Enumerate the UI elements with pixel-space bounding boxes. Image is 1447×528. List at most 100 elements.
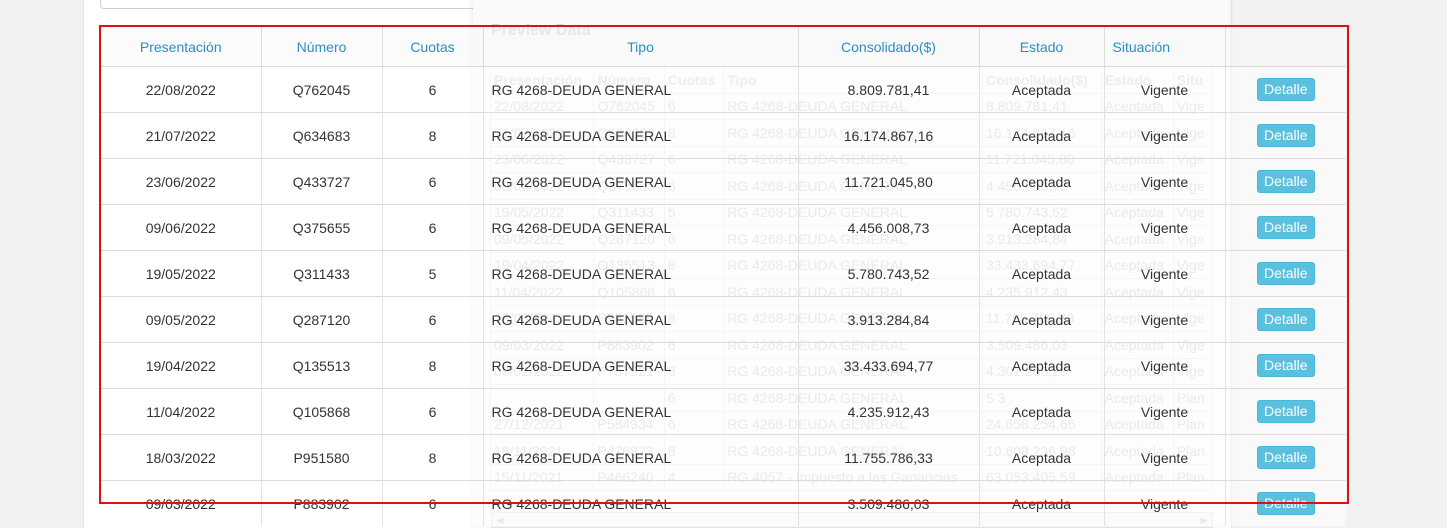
cell-cuotas: 8	[382, 342, 484, 389]
cell-consolidado: 11.721.045,80	[798, 158, 980, 205]
cell-cuotas: 8	[382, 112, 484, 159]
table-row: 19/04/2022 Q135513 8 RG 4268-DEUDA GENERAL 3…	[101, 342, 1346, 389]
table-row: 11/04/2022 Q105868 6 RG 4268-DEUDA GENERAL 4…	[101, 388, 1346, 435]
cell-presentacion: 11/04/2022	[101, 388, 262, 435]
cell-consolidado: 8.809.781,41	[798, 66, 980, 113]
cell-numero: P883902	[261, 480, 383, 526]
col-header-consolidado[interactable]: Consolidado($)	[798, 27, 980, 67]
col-header-situacion[interactable]: Situación	[1104, 27, 1226, 67]
cell-numero: P951580	[261, 434, 383, 481]
cell-situacion: Vigente	[1104, 112, 1226, 159]
cell-numero: Q311433	[261, 250, 383, 297]
col-header-actions	[1225, 27, 1346, 67]
planes-table: Presentación Número Cuotas Tipo Consolid…	[101, 27, 1346, 526]
cell-situacion: Vigente	[1104, 480, 1226, 526]
cell-situacion: Vigente	[1104, 342, 1226, 389]
cell-numero: Q433727	[261, 158, 383, 205]
col-header-numero[interactable]: Número	[261, 27, 383, 67]
cell-estado: Aceptada	[979, 480, 1105, 526]
cell-situacion: Vigente	[1104, 434, 1226, 481]
cell-tipo: RG 4268-DEUDA GENERAL	[483, 112, 799, 159]
cell-estado: Aceptada	[979, 388, 1105, 435]
cell-cuotas: 6	[382, 296, 484, 343]
detalle-button[interactable]: Detalle	[1256, 216, 1315, 239]
detalle-button[interactable]: Detalle	[1256, 446, 1315, 469]
cell-tipo: RG 4268-DEUDA GENERAL	[483, 250, 799, 297]
table-row: 19/05/2022 Q311433 5 RG 4268-DEUDA GENERAL 5…	[101, 250, 1346, 297]
cell-situacion: Vigente	[1104, 204, 1226, 251]
cell-presentacion: 19/05/2022	[101, 250, 262, 297]
cell-estado: Aceptada	[979, 296, 1105, 343]
detalle-button[interactable]: Detalle	[1256, 78, 1315, 101]
table-row: 09/05/2022 Q287120 6 RG 4268-DEUDA GENERAL 3…	[101, 296, 1346, 343]
detalle-button[interactable]: Detalle	[1256, 124, 1315, 147]
cell-numero: Q375655	[261, 204, 383, 251]
table-row: 23/06/2022 Q433727 6 RG 4268-DEUDA GENERAL 1…	[101, 158, 1346, 205]
cell-consolidado: 16.174.867,16	[798, 112, 980, 159]
cell-actions: Detalle	[1225, 342, 1346, 389]
cell-cuotas: 6	[382, 480, 484, 526]
cell-situacion: Vigente	[1104, 158, 1226, 205]
cell-presentacion: 09/05/2022	[101, 296, 262, 343]
cell-consolidado: 3.913.284,84	[798, 296, 980, 343]
cell-presentacion: 21/07/2022	[101, 112, 262, 159]
cell-tipo: RG 4268-DEUDA GENERAL	[483, 66, 799, 113]
cell-actions: Detalle	[1225, 480, 1346, 526]
col-header-tipo[interactable]: Tipo	[483, 27, 799, 67]
cell-actions: Detalle	[1225, 158, 1346, 205]
cell-presentacion: 19/04/2022	[101, 342, 262, 389]
cell-numero: Q634683	[261, 112, 383, 159]
detalle-button[interactable]: Detalle	[1256, 400, 1315, 423]
cell-cuotas: 8	[382, 434, 484, 481]
cell-estado: Aceptada	[979, 204, 1105, 251]
cell-presentacion: 09/03/2022	[101, 480, 262, 526]
cell-consolidado: 33.433.694,77	[798, 342, 980, 389]
cell-estado: Aceptada	[979, 66, 1105, 113]
detalle-button[interactable]: Detalle	[1256, 262, 1315, 285]
cell-estado: Aceptada	[979, 342, 1105, 389]
cell-tipo: RG 4268-DEUDA GENERAL	[483, 296, 799, 343]
cell-cuotas: 6	[382, 388, 484, 435]
cell-tipo: RG 4268-DEUDA GENERAL	[483, 388, 799, 435]
detalle-button[interactable]: Detalle	[1256, 492, 1315, 515]
cell-cuotas: 6	[382, 204, 484, 251]
cell-situacion: Vigente	[1104, 296, 1226, 343]
cell-tipo: RG 4268-DEUDA GENERAL	[483, 158, 799, 205]
cell-actions: Detalle	[1225, 388, 1346, 435]
detalle-button[interactable]: Detalle	[1256, 308, 1315, 331]
cell-consolidado: 3.509.486,03	[798, 480, 980, 526]
cell-estado: Aceptada	[979, 250, 1105, 297]
cell-consolidado: 11.755.786,33	[798, 434, 980, 481]
table-row: 09/03/2022 P883902 6 RG 4268-DEUDA GENERAL 3…	[101, 480, 1346, 526]
cell-presentacion: 22/08/2022	[101, 66, 262, 113]
col-header-presentacion[interactable]: Presentación	[101, 27, 262, 67]
table-row: 18/03/2022 P951580 8 RG 4268-DEUDA GENERAL 1…	[101, 434, 1346, 481]
cell-numero: Q287120	[261, 296, 383, 343]
cell-tipo: RG 4268-DEUDA GENERAL	[483, 204, 799, 251]
cell-situacion: Vigente	[1104, 388, 1226, 435]
cell-consolidado: 5.780.743,52	[798, 250, 980, 297]
table-header-row: Presentación Número Cuotas Tipo Consolid…	[101, 27, 1346, 67]
col-header-cuotas[interactable]: Cuotas	[382, 27, 484, 67]
cell-numero: Q105868	[261, 388, 383, 435]
detalle-button[interactable]: Detalle	[1256, 354, 1315, 377]
cell-tipo: RG 4268-DEUDA GENERAL	[483, 480, 799, 526]
detalle-button[interactable]: Detalle	[1256, 170, 1315, 193]
cell-estado: Aceptada	[979, 158, 1105, 205]
cell-cuotas: 6	[382, 66, 484, 113]
cell-cuotas: 5	[382, 250, 484, 297]
cell-situacion: Vigente	[1104, 66, 1226, 113]
cell-cuotas: 6	[382, 158, 484, 205]
table-row: 21/07/2022 Q634683 8 RG 4268-DEUDA GENERAL 1…	[101, 112, 1346, 159]
cell-presentacion: 23/06/2022	[101, 158, 262, 205]
cell-numero: Q135513	[261, 342, 383, 389]
cell-presentacion: 09/06/2022	[101, 204, 262, 251]
cell-actions: Detalle	[1225, 112, 1346, 159]
cell-estado: Aceptada	[979, 434, 1105, 481]
cell-actions: Detalle	[1225, 250, 1346, 297]
cell-actions: Detalle	[1225, 296, 1346, 343]
table-row: 22/08/2022 Q762045 6 RG 4268-DEUDA GENERAL 8…	[101, 66, 1346, 113]
cell-consolidado: 4.456.008,73	[798, 204, 980, 251]
cell-estado: Aceptada	[979, 112, 1105, 159]
col-header-estado[interactable]: Estado	[979, 27, 1105, 67]
